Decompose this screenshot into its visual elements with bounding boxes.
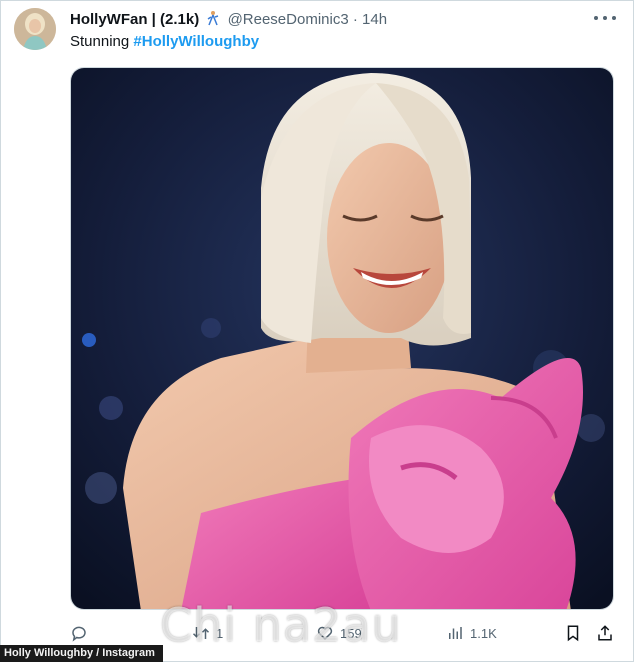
share-icon	[598, 625, 612, 641]
retweet-icon	[192, 627, 210, 639]
views-count: 1.1K	[470, 625, 497, 641]
views-button[interactable]: 1.1K	[446, 624, 497, 642]
display-name[interactable]: HollyWFan | (2.1k)	[70, 11, 199, 28]
share-button[interactable]	[596, 624, 614, 642]
tweet-photo[interactable]	[70, 67, 614, 610]
like-count: 159	[340, 625, 362, 641]
like-icon	[317, 626, 333, 641]
more-icon[interactable]	[594, 10, 616, 26]
tweet-actions: 1 159 1.1K	[70, 624, 618, 646]
tweet-header: HollyWFan | (2.1k) @ReeseDominic3 · 14h	[70, 10, 387, 28]
tweet-text: Stunning #HollyWilloughby	[70, 33, 259, 50]
reply-button[interactable]	[70, 624, 94, 642]
avatar[interactable]	[14, 8, 56, 50]
tweet-text-prefix: Stunning	[70, 33, 130, 50]
views-icon	[449, 627, 462, 639]
bookmark-icon	[567, 625, 579, 642]
photo-illustration	[71, 68, 613, 609]
emoji-icon	[205, 10, 221, 26]
like-button[interactable]: 159	[316, 624, 362, 642]
photo-credit: Holly Willoughby / Instagram	[0, 645, 163, 662]
retweet-count: 1	[216, 625, 224, 641]
bookmark-button[interactable]	[564, 624, 582, 642]
user-handle[interactable]: @ReeseDominic3	[228, 11, 349, 28]
hashtag-link[interactable]: #HollyWilloughby	[133, 33, 259, 50]
reply-icon	[72, 626, 86, 642]
timestamp[interactable]: 14h	[362, 11, 387, 28]
retweet-button[interactable]: 1	[192, 624, 223, 642]
separator-dot: ·	[352, 11, 358, 28]
